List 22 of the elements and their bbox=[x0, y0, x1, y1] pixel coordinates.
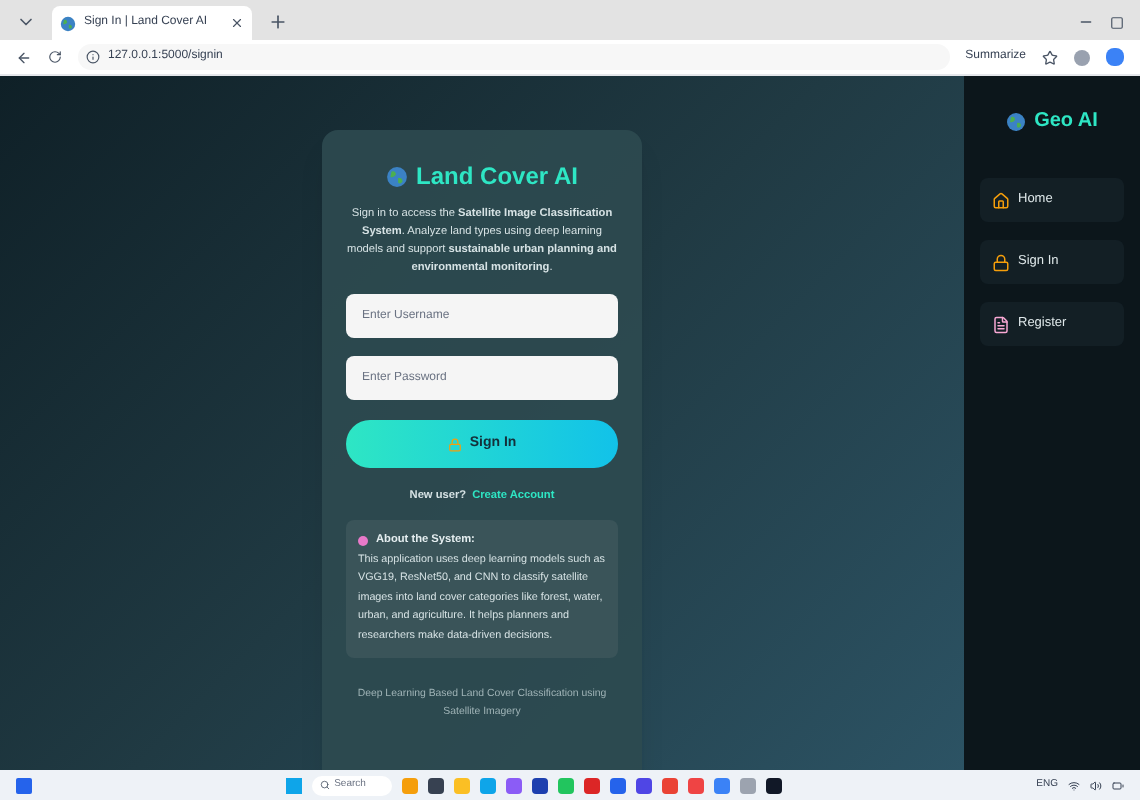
lock-icon bbox=[447, 437, 462, 451]
wifi-icon[interactable] bbox=[1068, 779, 1080, 791]
globe-icon bbox=[60, 15, 76, 31]
battery-icon[interactable] bbox=[1112, 779, 1124, 791]
globe-icon bbox=[386, 165, 409, 187]
refresh-icon[interactable] bbox=[48, 50, 62, 64]
card-title: Land Cover AI bbox=[416, 160, 578, 194]
maximize-icon[interactable] bbox=[1110, 16, 1124, 30]
info-icon bbox=[86, 50, 100, 64]
search-icon bbox=[320, 780, 331, 790]
bullet-icon bbox=[358, 536, 368, 547]
new-tab-icon[interactable] bbox=[268, 12, 288, 32]
volume-icon[interactable] bbox=[1090, 779, 1102, 791]
brand-title: Geo AI bbox=[1034, 108, 1098, 136]
document-icon bbox=[992, 315, 1010, 333]
house-icon bbox=[992, 191, 1010, 209]
lock-icon bbox=[992, 253, 1010, 271]
star-icon[interactable] bbox=[1042, 49, 1058, 65]
back-icon[interactable] bbox=[16, 49, 32, 65]
globe-icon bbox=[1006, 111, 1027, 131]
close-icon[interactable] bbox=[230, 16, 244, 30]
profile-icon[interactable] bbox=[1074, 49, 1090, 65]
